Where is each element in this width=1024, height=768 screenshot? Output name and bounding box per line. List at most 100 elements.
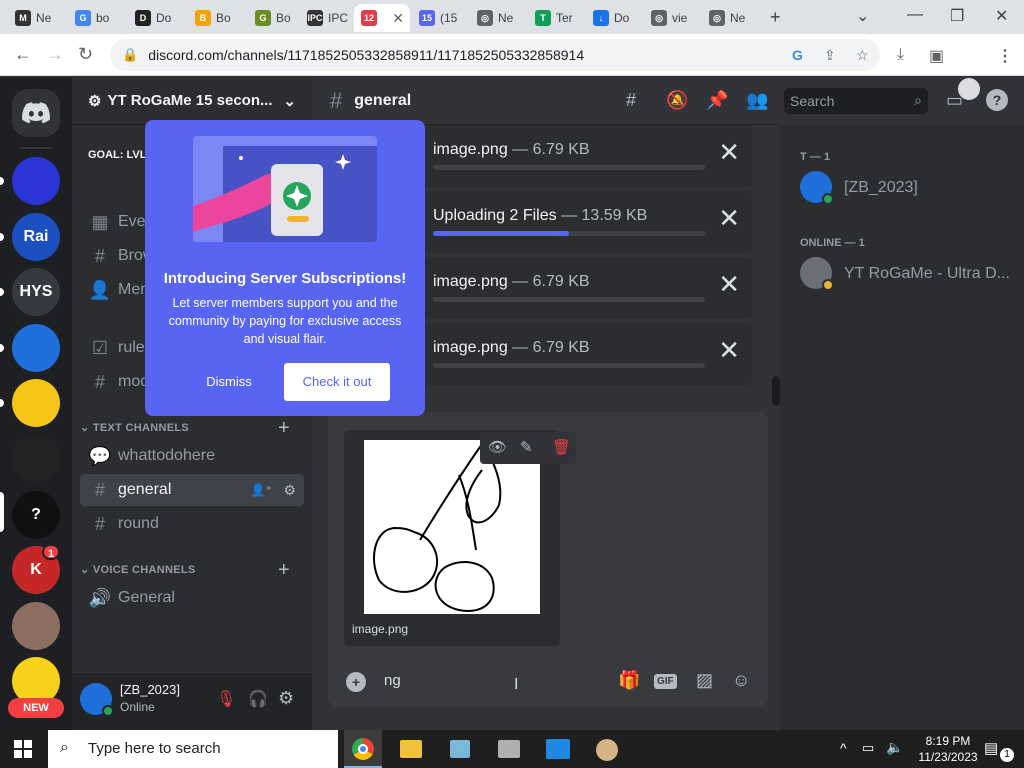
dismiss-button[interactable]: Dismiss [189, 364, 269, 400]
trash-icon[interactable]: 🗑 [552, 438, 571, 456]
check-it-out-button[interactable]: Check it out [284, 363, 390, 401]
idle-status-icon [822, 279, 834, 291]
emoji-icon[interactable]: ☺ [732, 670, 750, 691]
browser-tab[interactable]: Gbo [68, 4, 126, 32]
member-name[interactable]: YT RoGaMe - Ultra D... [844, 265, 1010, 283]
channel-item[interactable]: 💬 whattodohere [80, 440, 304, 472]
search-icon: ⌕ [60, 739, 69, 756]
browser-tab[interactable]: 15 (15 [412, 4, 470, 32]
reload-icon[interactable]: ↻ [78, 44, 93, 65]
tray-chevron-icon[interactable]: ^ [840, 740, 847, 756]
channel-item[interactable]: # general 👤⁺ ⚙ [80, 474, 304, 506]
server-icon[interactable]: HYS [12, 268, 60, 316]
cancel-upload-icon[interactable]: ✕ [718, 205, 740, 231]
add-text-channel-icon[interactable]: + [278, 417, 290, 440]
search-input[interactable]: Search ⌕ [784, 88, 928, 114]
user-settings-icon[interactable]: ⚙ [278, 688, 294, 709]
file-explorer-icon[interactable] [400, 740, 422, 758]
server-icon[interactable] [12, 435, 60, 483]
taskbar-search-input[interactable]: ⌕ Type here to search [48, 730, 338, 768]
gif-icon[interactable]: GIF [654, 674, 677, 689]
forward-icon[interactable]: → [46, 44, 64, 65]
back-icon[interactable]: ← [14, 44, 32, 65]
google-icon[interactable]: G [792, 47, 803, 63]
window-close-icon[interactable]: ✕ [995, 6, 1008, 26]
server-icon[interactable]: ? [12, 491, 60, 539]
maximize-icon[interactable]: ❐ [950, 6, 964, 26]
cancel-upload-icon[interactable]: ✕ [718, 271, 740, 297]
close-tab-icon[interactable]: ✕ [392, 10, 404, 27]
gift-icon[interactable]: 🎁 [618, 670, 640, 691]
help-icon[interactable]: ? [986, 89, 1008, 111]
cancel-upload-icon[interactable]: ✕ [718, 139, 740, 165]
cancel-upload-icon[interactable]: ✕ [718, 337, 740, 363]
tab-label: Do [156, 11, 172, 25]
browser-tab[interactable]: 12 ✕ [354, 4, 410, 32]
eye-icon[interactable]: 👁 [488, 438, 507, 456]
browser-tab[interactable]: ◎ Ne [702, 4, 760, 32]
drawing-image [373, 443, 502, 612]
server-icon[interactable] [12, 379, 60, 427]
edit-pencil-icon[interactable]: ✎ [520, 438, 533, 456]
app-icon[interactable] [546, 739, 570, 759]
chrome-taskbar-icon[interactable] [344, 730, 382, 768]
server-icon[interactable] [12, 324, 60, 372]
channel-label: General [118, 589, 175, 606]
browser-tab[interactable]: B Bo [188, 4, 246, 32]
browser-tab[interactable]: ↓ Do [586, 4, 644, 32]
text-channels-category[interactable]: ⌄ TEXT CHANNELS [80, 421, 189, 434]
headphones-deafened-icon[interactable]: 🎧 [248, 689, 268, 709]
windows-start-icon[interactable] [14, 740, 32, 758]
share-icon[interactable]: ⇪ [824, 47, 836, 64]
browser-tab[interactable]: G Bo [248, 4, 306, 32]
browser-tab[interactable]: M Ne [8, 4, 66, 32]
tab-favicon-icon: G [255, 10, 271, 26]
pin-icon[interactable]: 📌 [706, 90, 728, 111]
side-panel-icon[interactable]: ▣ [929, 46, 944, 66]
discord-home-icon[interactable] [12, 89, 60, 137]
server-icon[interactable] [12, 602, 60, 650]
channel-settings-icon[interactable]: ⚙ [283, 482, 296, 499]
photos-icon[interactable] [498, 740, 520, 758]
browser-tab[interactable]: ◎ vie [644, 4, 702, 32]
clock-time[interactable]: 8:19 PM [908, 734, 988, 748]
channel-item[interactable]: # round [80, 508, 304, 540]
threads-icon[interactable]: # [626, 90, 636, 111]
clock-date[interactable]: 11/23/2023 [908, 750, 988, 764]
address-bar[interactable]: 🔒 discord.com/channels/11718525053328589… [110, 39, 880, 71]
mic-muted-icon[interactable]: 🎙 [216, 689, 236, 709]
tab-favicon-icon: ◎ [651, 10, 667, 26]
tab-search-icon[interactable]: ⌄ [856, 6, 869, 26]
inbox-icon[interactable]: ▭ [946, 90, 963, 111]
member-name[interactable]: [ZB_2023] [844, 179, 918, 197]
notification-center-icon[interactable]: ▤ [984, 739, 998, 757]
menu-dots-icon[interactable]: ⋮ [997, 46, 1013, 66]
upload-plus-icon[interactable]: + [346, 672, 366, 692]
scrollbar[interactable] [772, 376, 780, 406]
sticker-icon[interactable]: ▨ [696, 670, 713, 691]
server-icon[interactable] [12, 157, 60, 205]
invite-icon[interactable]: 👤⁺ [251, 483, 272, 497]
paint-icon[interactable] [596, 739, 618, 761]
browser-tab[interactable]: T Ter [528, 4, 586, 32]
member-list-icon[interactable]: 👥 [746, 90, 768, 111]
app-icon[interactable] [450, 740, 470, 758]
server-icon[interactable]: Rai [12, 213, 60, 261]
new-tab-icon[interactable]: + [770, 7, 781, 28]
browser-tab[interactable]: D Do [128, 4, 186, 32]
channel-item[interactable]: 🔊 General [80, 582, 304, 614]
divider [20, 147, 52, 149]
add-voice-channel-icon[interactable]: + [278, 559, 290, 582]
voice-channels-category[interactable]: ⌄ VOICE CHANNELS [80, 563, 196, 576]
browser-tab[interactable]: ◎ Ne [470, 4, 528, 32]
volume-icon[interactable]: 🔈 [886, 739, 903, 756]
notification-mute-icon[interactable]: 🔕 [666, 90, 688, 111]
bookmark-star-icon[interactable]: ☆ [856, 47, 869, 64]
server-goal: GOAL: LVL [88, 149, 147, 161]
browser-tab[interactable]: IPC IPC [300, 4, 352, 32]
network-icon[interactable]: ▭ [862, 740, 874, 756]
download-icon[interactable]: ⤓ [897, 46, 904, 64]
server-header[interactable]: ⚙ YT RoGaMe 15 secon... ⌄ [72, 77, 312, 125]
message-input[interactable]: ng [384, 672, 401, 689]
minimize-icon[interactable]: — [907, 6, 923, 24]
